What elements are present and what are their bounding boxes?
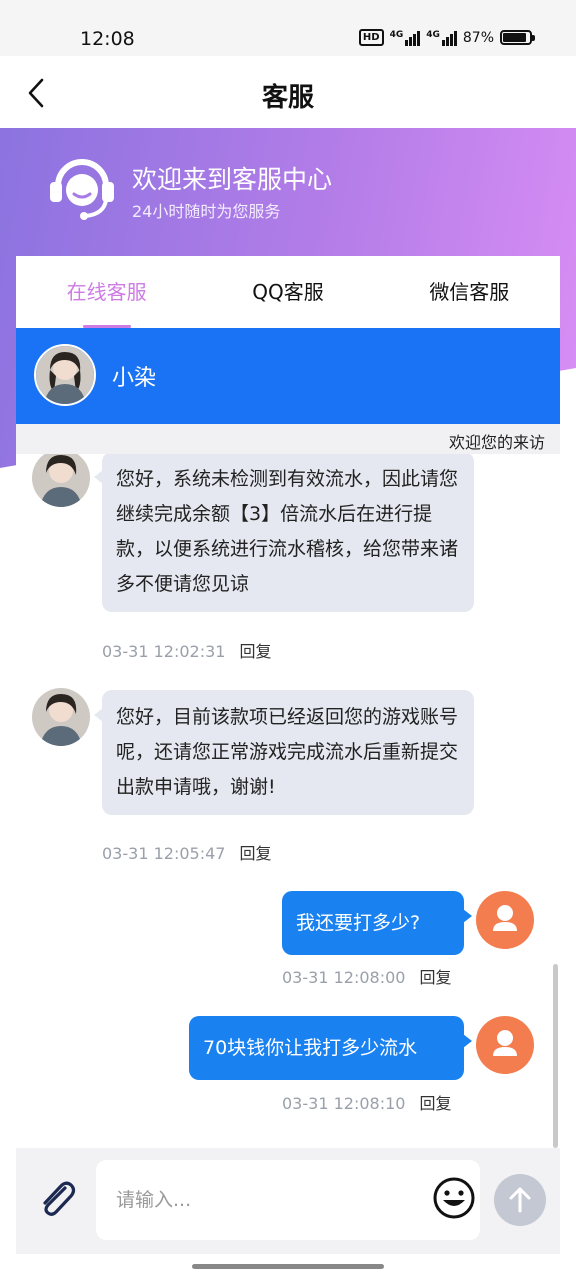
message-text: 70块钱你让我打多少流水	[203, 1037, 418, 1059]
agent-name: 小染	[112, 366, 157, 391]
tab-qq-service[interactable]: QQ客服	[197, 256, 378, 328]
agent-header: 小染	[16, 328, 560, 424]
status-time: 12:08	[80, 28, 135, 50]
message-meta: 03-31 12:05:47 回复	[102, 840, 271, 864]
reply-button[interactable]: 回复	[419, 1094, 451, 1113]
agent-message-bubble: 您好，目前该款项已经返回您的游戏账号呢，还请您正常游戏完成流水后重新提交出款申请…	[94, 690, 474, 815]
agent-message-bubble: 您好，系统未检测到有效流水，因此请您继续完成余额【3】倍流水后在进行提款，以便系…	[94, 454, 474, 612]
message-input-bar	[16, 1148, 560, 1254]
message-meta: 03-31 12:08:00 回复	[282, 964, 451, 988]
reply-button[interactable]: 回复	[419, 968, 451, 987]
service-tabs: 在线客服 QQ客服 微信客服	[16, 256, 560, 328]
nav-bar: 客服	[0, 56, 576, 128]
chat-messages[interactable]: 您好，系统未检测到有效流水，因此请您继续完成余额【3】倍流水后在进行提款，以便系…	[16, 454, 560, 1148]
smiley-icon[interactable]	[432, 1176, 476, 1220]
hero-title: 欢迎来到客服中心	[132, 165, 333, 194]
paperclip-icon[interactable]	[34, 1176, 80, 1222]
status-bar: 12:08 HD 4G 4G 87%	[0, 0, 576, 56]
agent-avatar	[34, 344, 96, 406]
user-message-bubble: 我还要打多少?	[282, 891, 472, 955]
message-time: 03-31 12:02:31	[102, 642, 226, 661]
person-icon	[493, 905, 517, 931]
message-meta: 03-31 12:02:31 回复	[102, 638, 271, 662]
headset-icon	[50, 159, 114, 220]
status-indicators: HD 4G 4G 87%	[358, 29, 535, 46]
reply-button[interactable]: 回复	[239, 844, 271, 863]
tab-online-service[interactable]: 在线客服	[16, 256, 197, 328]
user-avatar	[476, 891, 534, 949]
arrow-up-icon	[509, 1187, 531, 1213]
tab-label: 微信客服	[429, 280, 510, 304]
message-input[interactable]	[96, 1160, 480, 1240]
message-time: 03-31 12:08:10	[282, 1094, 406, 1113]
message-text: 我还要打多少?	[296, 912, 421, 934]
message-text: 您好，系统未检测到有效流水，因此请您继续完成余额【3】倍流水后在进行提款，以便系…	[116, 468, 459, 595]
chat-scrollbar[interactable]	[553, 964, 558, 1148]
message-time: 03-31 12:08:00	[282, 968, 406, 987]
message-meta: 03-31 12:08:10 回复	[282, 1090, 451, 1114]
battery-percent: 87%	[462, 29, 494, 46]
page-title: 客服	[261, 83, 314, 113]
hero-subtitle: 24小时随时为您服务	[132, 202, 281, 221]
agent-message-avatar	[32, 454, 90, 507]
message-text: 您好，目前该款项已经返回您的游戏账号呢，还请您正常游戏完成流水后重新提交出款申请…	[116, 706, 459, 798]
agent-message-avatar	[32, 688, 90, 746]
user-message-bubble: 70块钱你让我打多少流水	[189, 1016, 472, 1080]
send-button[interactable]	[494, 1174, 546, 1226]
reply-button[interactable]: 回复	[239, 642, 271, 661]
hd-badge: HD	[358, 29, 384, 46]
tab-wechat-service[interactable]: 微信客服	[379, 256, 560, 328]
message-time: 03-31 12:05:47	[102, 844, 226, 863]
signal-icon-2: 4G	[426, 30, 457, 46]
tab-label: QQ客服	[252, 280, 324, 304]
person-icon	[493, 1030, 517, 1056]
tab-label: 在线客服	[66, 280, 147, 304]
home-indicator[interactable]	[192, 1264, 384, 1269]
marquee-text: 欢迎您的来访	[449, 433, 546, 452]
signal-icon: 4G	[390, 30, 421, 46]
user-avatar	[476, 1016, 534, 1074]
welcome-marquee: 欢迎您的来访	[16, 424, 560, 454]
battery-icon	[500, 30, 535, 45]
